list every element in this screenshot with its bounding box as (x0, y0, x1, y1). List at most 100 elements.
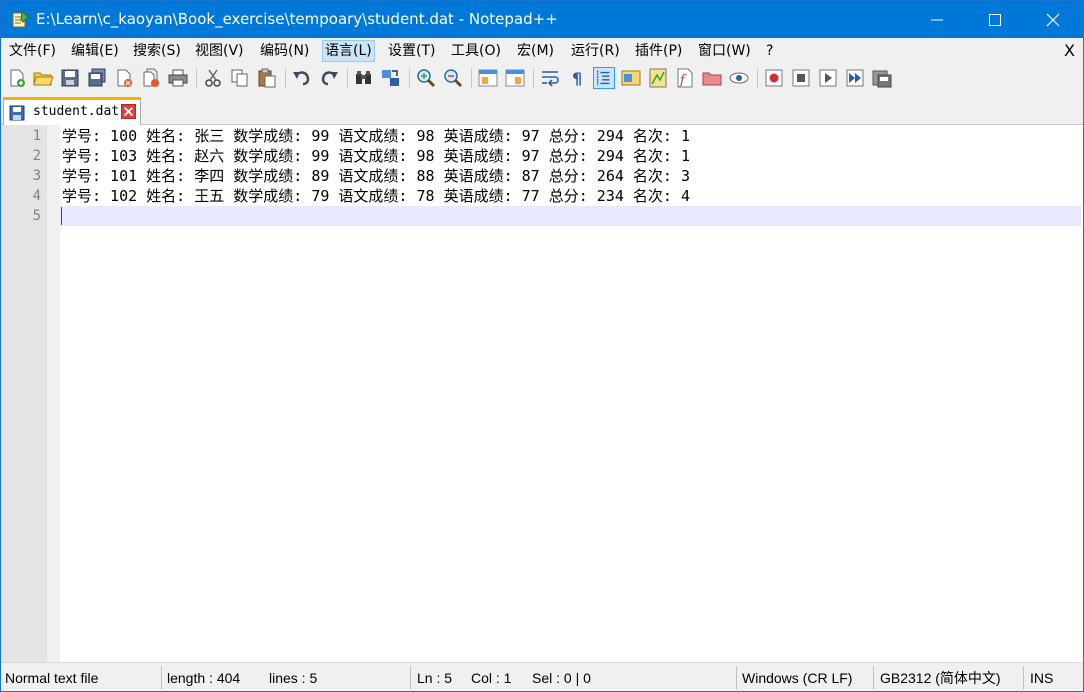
paste-icon[interactable] (256, 67, 278, 89)
status-divider (873, 666, 874, 689)
user-language-icon[interactable] (620, 67, 642, 89)
close-file-icon[interactable] (113, 67, 135, 89)
editor-area[interactable]: 1 2 3 4 5 学号: 100 姓名: 张三 数学成绩: 99 语文成绩: … (1, 125, 1083, 662)
status-divider (161, 666, 162, 689)
toolbar: ¶ f (1, 64, 1083, 93)
print-icon[interactable] (167, 67, 189, 89)
word-wrap-icon[interactable] (539, 67, 561, 89)
sync-vertical-icon[interactable] (477, 67, 499, 89)
menu-window[interactable]: 窗口(W) (696, 42, 753, 60)
function-list-icon[interactable]: f (674, 67, 696, 89)
status-lines: lines : 5 (269, 670, 318, 686)
menu-view[interactable]: 视图(V) (193, 42, 246, 60)
status-selection: Sel : 0 | 0 (532, 670, 591, 686)
menu-edit[interactable]: 编辑(E) (69, 42, 121, 60)
maximize-button[interactable] (966, 1, 1024, 38)
status-divider (736, 666, 737, 689)
redo-icon[interactable] (318, 67, 340, 89)
run-macro-multiple-icon[interactable] (844, 67, 866, 89)
toolbar-separator (471, 68, 472, 88)
save-macro-icon[interactable] (871, 67, 893, 89)
menu-run[interactable]: 运行(R) (569, 42, 622, 60)
new-file-icon[interactable] (6, 67, 28, 89)
cut-icon[interactable] (202, 67, 224, 89)
line-text: 学号: 100 姓名: 张三 数学成绩: 99 语文成绩: 98 英语成绩: 9… (62, 127, 691, 145)
save-icon[interactable] (59, 67, 81, 89)
menu-bar: 文件(F) 编辑(E) 搜索(S) 视图(V) 编码(N) 语言(L) 设置(T… (1, 38, 1083, 64)
status-line-number: Ln : 5 (417, 670, 453, 686)
menu-help[interactable]: ? (764, 42, 775, 60)
toolbar-separator (533, 68, 534, 88)
line-number: 2 (32, 148, 41, 164)
close-all-icon[interactable] (140, 67, 162, 89)
menu-plugins[interactable]: 插件(P) (633, 42, 684, 60)
show-all-characters-icon[interactable]: ¶ (566, 67, 588, 89)
menu-settings[interactable]: 设置(T) (386, 42, 437, 60)
copy-icon[interactable] (229, 67, 251, 89)
minimize-button[interactable] (908, 1, 966, 38)
line-text: 学号: 103 姓名: 赵六 数学成绩: 99 语文成绩: 98 英语成绩: 9… (62, 147, 691, 165)
status-file-type: Normal text file (5, 670, 99, 686)
menu-macro[interactable]: 宏(M) (515, 42, 556, 60)
text-line[interactable]: 学号: 101 姓名: 李四 数学成绩: 89 语文成绩: 88 英语成绩: 8… (60, 166, 1081, 186)
tab-student-dat[interactable]: student.dat (3, 97, 141, 125)
toolbar-separator (409, 68, 410, 88)
svg-text:¶: ¶ (572, 69, 582, 88)
notepad-plus-plus-icon[interactable] (11, 10, 29, 28)
save-all-icon[interactable] (86, 67, 108, 89)
tab-bar: student.dat (1, 93, 1083, 125)
status-divider (1023, 666, 1024, 689)
window-title: E:\Learn\c_kaoyan\Book_exercise\tempoary… (36, 10, 558, 28)
menu-encoding[interactable]: 编码(N) (258, 42, 311, 60)
record-macro-icon[interactable] (763, 67, 785, 89)
status-eol[interactable]: Windows (CR LF) (742, 669, 852, 687)
status-insert-mode[interactable]: INS (1030, 669, 1053, 687)
current-line[interactable] (60, 206, 1081, 226)
text-caret (61, 207, 62, 225)
fold-margin[interactable] (47, 125, 60, 662)
menu-tools[interactable]: 工具(O) (449, 42, 503, 60)
toolbar-separator (347, 68, 348, 88)
status-encoding[interactable]: GB2312 (简体中文) (880, 669, 1001, 687)
tab-label: student.dat (33, 104, 120, 119)
open-file-icon[interactable] (32, 67, 54, 89)
title-bar[interactable]: E:\Learn\c_kaoyan\Book_exercise\tempoary… (1, 1, 1083, 38)
toolbar-separator (196, 68, 197, 88)
replace-icon[interactable] (380, 67, 402, 89)
status-length: length : 404 (167, 670, 241, 686)
tab-close-icon[interactable] (121, 104, 136, 119)
status-bar: Normal text file length : 404 lines : 5 … (1, 662, 1083, 691)
status-divider (410, 666, 411, 689)
notepad-window: E:\Learn\c_kaoyan\Book_exercise\tempoary… (0, 0, 1084, 692)
indent-guide-icon[interactable] (593, 67, 615, 89)
stop-macro-icon[interactable] (790, 67, 812, 89)
line-text: 学号: 101 姓名: 李四 数学成绩: 89 语文成绩: 88 英语成绩: 8… (62, 167, 691, 185)
play-macro-icon[interactable] (817, 67, 839, 89)
sync-horizontal-icon[interactable] (504, 67, 526, 89)
status-column: Col : 1 (471, 670, 512, 686)
document-map-icon[interactable] (647, 67, 669, 89)
close-window-button[interactable] (1024, 1, 1082, 38)
line-number: 4 (32, 188, 41, 204)
line-number-gutter: 1 2 3 4 5 (1, 125, 47, 662)
close-icon (1046, 13, 1060, 27)
maximize-icon (989, 14, 1001, 26)
undo-icon[interactable] (291, 67, 313, 89)
menu-search[interactable]: 搜索(S) (131, 42, 183, 60)
toolbar-separator (757, 68, 758, 88)
zoom-out-icon[interactable] (442, 67, 464, 89)
text-line[interactable]: 学号: 103 姓名: 赵六 数学成绩: 99 语文成绩: 98 英语成绩: 9… (60, 146, 1081, 166)
text-content[interactable]: 学号: 100 姓名: 张三 数学成绩: 99 语文成绩: 98 英语成绩: 9… (60, 125, 1081, 662)
line-number: 1 (32, 128, 41, 144)
zoom-in-icon[interactable] (415, 67, 437, 89)
menu-language[interactable]: 语言(L) (322, 40, 375, 62)
text-line[interactable]: 学号: 100 姓名: 张三 数学成绩: 99 语文成绩: 98 英语成绩: 9… (60, 126, 1081, 146)
menu-file[interactable]: 文件(F) (7, 42, 58, 60)
close-document-button[interactable]: X (1064, 41, 1075, 60)
line-number: 3 (32, 168, 41, 184)
minimize-icon (931, 19, 943, 21)
monitoring-icon[interactable] (728, 67, 750, 89)
text-line[interactable]: 学号: 102 姓名: 王五 数学成绩: 79 语文成绩: 78 英语成绩: 7… (60, 186, 1081, 206)
folder-as-workspace-icon[interactable] (701, 67, 723, 89)
find-icon[interactable] (353, 67, 375, 89)
